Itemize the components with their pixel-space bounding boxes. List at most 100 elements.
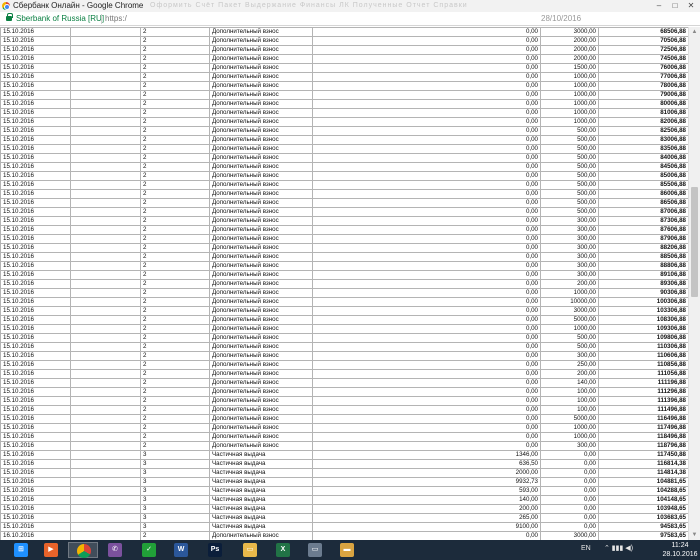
table-row: 15.10.2016 2 Дополнительный взнос 0,00 1000,… [0,99,688,109]
balance-cell: 87006,88 [598,207,688,217]
taskbar-button-word[interactable]: W [166,542,196,558]
debit-cell: 0,00 [312,315,541,325]
taskbar-button-photoshop[interactable]: Ps [200,542,230,558]
date-cell: 15.10.2016 [0,270,71,280]
operation-name-cell: Дополнительный взнос [209,54,313,64]
table-row: 15.10.2016 3 Частичная выдача 1346,00 0,00 11… [0,450,688,460]
table-row: 15.10.2016 3 Частичная выдача 636,50 0,00 116… [0,459,688,469]
date-cell: 15.10.2016 [0,288,71,298]
empty-cell [70,405,141,415]
tray-icons[interactable]: ⌃ ▮▮▮ ◀) [604,544,633,554]
empty-cell [70,270,141,280]
site-identity[interactable]: Sberbank of Russia [RU] [16,14,104,24]
table-row: 15.10.2016 2 Дополнительный взнос 0,00 250,0… [0,360,688,370]
credit-cell: 1000,00 [540,324,599,334]
minimize-button[interactable]: – [652,0,666,12]
taskbar-button-window[interactable]: ▭ [300,542,330,558]
debit-cell: 0,00 [312,387,541,397]
operation-code-cell: 2 [140,405,210,415]
taskbar-button-windows-start[interactable]: ⊞ [6,542,36,558]
taskbar-button-media-player[interactable]: ▶ [36,542,66,558]
date-cell: 15.10.2016 [0,333,71,343]
operation-name-cell: Частичная выдача [209,468,313,478]
taskbar-button-folder[interactable]: ▬ [332,542,362,558]
clock-time: 11:24 [671,542,689,549]
table-row: 15.10.2016 2 Дополнительный взнос 0,00 1500,… [0,63,688,73]
credit-cell: 140,00 [540,378,599,388]
table-row: 15.10.2016 2 Дополнительный взнос 0,00 300,0… [0,252,688,262]
language-indicator[interactable]: EN [581,544,591,554]
table-row: 15.10.2016 2 Дополнительный взнос 0,00 200,0… [0,279,688,289]
table-row: 15.10.2016 2 Дополнительный взнос 0,00 1000,… [0,81,688,91]
empty-cell [70,162,141,172]
maximize-button[interactable]: □ [668,0,682,12]
table-row: 15.10.2016 2 Дополнительный взнос 0,00 140,0… [0,378,688,388]
operation-name-cell: Частичная выдача [209,486,313,496]
operation-name-cell: Дополнительный взнос [209,126,313,136]
credit-cell: 100,00 [540,405,599,415]
table-row: 15.10.2016 2 Дополнительный взнос 0,00 1000,… [0,72,688,82]
scroll-thumb[interactable] [691,187,698,297]
operation-code-cell: 3 [140,495,210,505]
operation-code-cell: 2 [140,225,210,235]
operation-code-cell: 2 [140,99,210,109]
table-row: 15.10.2016 2 Дополнительный взнос 0,00 300,0… [0,243,688,253]
operation-name-cell: Дополнительный взнос [209,378,313,388]
table-row: 15.10.2016 2 Дополнительный взнос 0,00 300,0… [0,270,688,280]
credit-cell: 300,00 [540,441,599,451]
empty-cell [70,369,141,379]
address-bar[interactable]: Sberbank of Russia [RU] https:/ 28/10/20… [0,12,700,26]
date-cell: 15.10.2016 [0,369,71,379]
date-cell: 15.10.2016 [0,261,71,271]
empty-cell [70,279,141,289]
close-button[interactable]: ✕ [684,0,698,12]
credit-cell: 1000,00 [540,108,599,118]
operation-name-cell: Дополнительный взнос [209,90,313,100]
table-row: 15.10.2016 2 Дополнительный взнос 0,00 500,0… [0,144,688,154]
table-row: 15.10.2016 3 Частичная выдача 593,00 0,00 104… [0,486,688,496]
date-cell: 15.10.2016 [0,432,71,442]
balance-cell: 72506,88 [598,45,688,55]
operation-code-cell: 2 [140,63,210,73]
balance-cell: 79006,88 [598,90,688,100]
empty-cell [70,81,141,91]
credit-cell: 300,00 [540,225,599,235]
credit-cell: 100,00 [540,396,599,406]
operation-name-cell: Частичная выдача [209,504,313,514]
credit-cell: 500,00 [540,198,599,208]
table-row: 15.10.2016 2 Дополнительный взнос 0,00 500,0… [0,162,688,172]
vertical-scrollbar[interactable]: ▲ ▼ [688,27,700,540]
credit-cell: 1500,00 [540,63,599,73]
empty-cell [70,27,141,37]
taskbar-button-excel[interactable]: X [268,542,298,558]
debit-cell: 0,00 [312,189,541,199]
scroll-down-icon[interactable]: ▼ [689,530,700,540]
taskbar-button-viber[interactable]: ✆ [100,542,130,558]
operation-code-cell: 3 [140,486,210,496]
debit-cell: 0,00 [312,324,541,334]
operation-name-cell: Дополнительный взнос [209,36,313,46]
credit-cell: 500,00 [540,171,599,181]
operation-code-cell: 2 [140,369,210,379]
operation-code-cell: 2 [140,432,210,442]
operation-name-cell: Дополнительный взнос [209,162,313,172]
empty-cell [70,414,141,424]
scroll-up-icon[interactable]: ▲ [689,27,700,37]
taskbar-button-chrome[interactable] [68,542,98,558]
debit-cell: 0,00 [312,306,541,316]
date-cell: 15.10.2016 [0,117,71,127]
balance-cell: 111296,88 [598,387,688,397]
balance-cell: 88206,88 [598,243,688,253]
url-text[interactable]: https:/ [105,14,127,24]
operation-name-cell: Дополнительный взнос [209,216,313,226]
balance-cell: 100306,88 [598,297,688,307]
empty-cell [70,252,141,262]
empty-cell [70,468,141,478]
empty-cell [70,297,141,307]
taskbar-button-sberbank[interactable]: ✓ [134,542,164,558]
operation-name-cell: Дополнительный взнос [209,189,313,199]
taskbar-button-explorer[interactable]: ▭ [235,542,265,558]
operation-name-cell: Дополнительный взнос [209,360,313,370]
empty-cell [70,189,141,199]
system-clock[interactable]: 11:24 28.10.2016 [662,541,698,559]
